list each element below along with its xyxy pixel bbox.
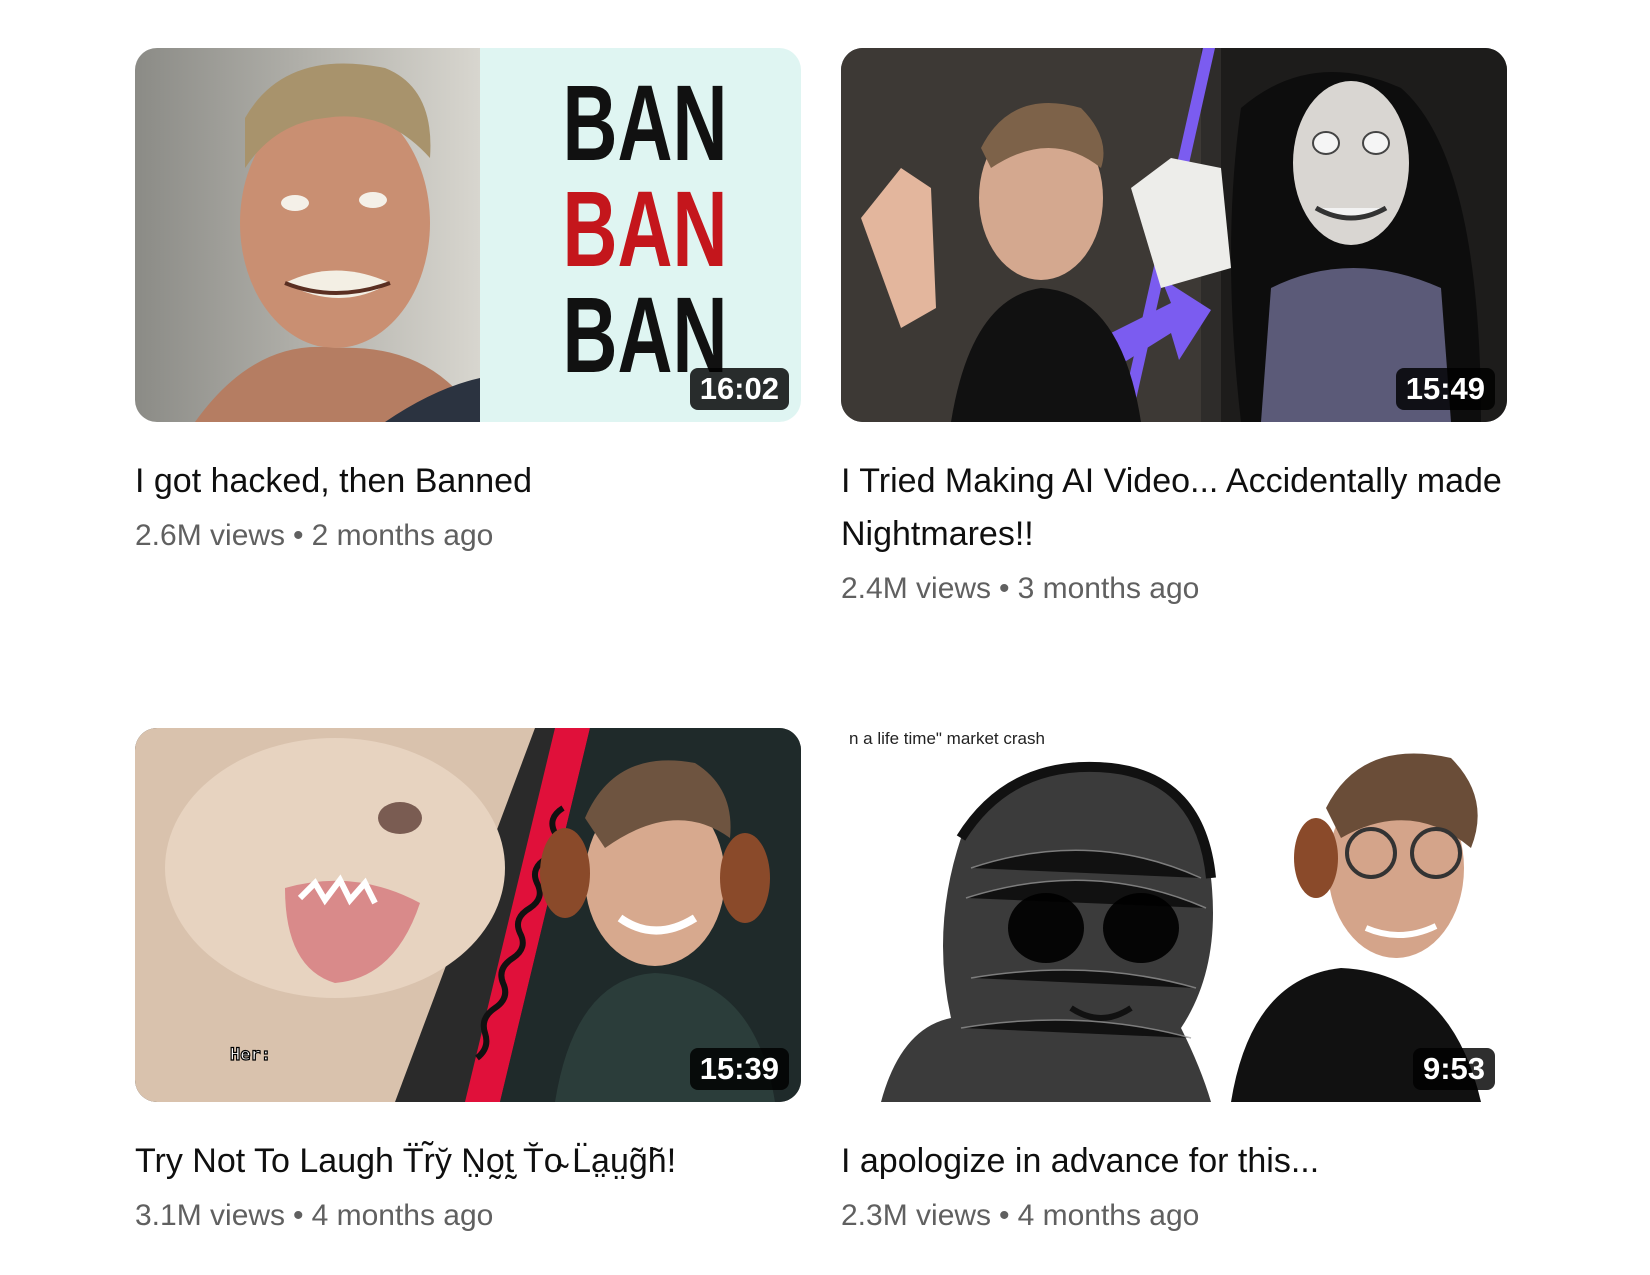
- video-card[interactable]: BAN BAN BAN 16:02 I got hacked, then Ban…: [135, 48, 801, 556]
- separator-dot: •: [293, 519, 304, 552]
- view-count: 2.3M views: [841, 1199, 992, 1232]
- video-grid: BAN BAN BAN 16:02 I got hacked, then Ban…: [0, 0, 1650, 1275]
- separator-dot: •: [999, 572, 1010, 605]
- video-title[interactable]: Try Not To Laugh T̈r̃y̆ N̤o̰t̰ T̆o̴ L̈a̤…: [135, 1135, 801, 1188]
- thumbnail-image: BAN BAN BAN: [135, 48, 801, 422]
- thumbnail-image: n a life time" market crash: [841, 728, 1507, 1102]
- upload-age: 3 months ago: [1017, 572, 1200, 605]
- her-caption: Her:: [230, 1045, 271, 1065]
- video-title[interactable]: I got hacked, then Banned: [135, 455, 801, 508]
- separator-dot: •: [999, 1199, 1010, 1232]
- view-count: 2.6M views: [135, 519, 286, 552]
- video-meta: 3.1M views • 4 months ago: [135, 1196, 801, 1236]
- upload-age: 4 months ago: [1017, 1199, 1200, 1232]
- view-count: 3.1M views: [135, 1199, 286, 1232]
- video-thumbnail[interactable]: n a life time" market crash 9:53: [841, 728, 1507, 1102]
- video-meta: 2.6M views • 2 months ago: [135, 516, 801, 556]
- video-meta: 2.4M views • 3 months ago: [841, 569, 1507, 609]
- upload-age: 2 months ago: [311, 519, 494, 552]
- ban-word-2: BAN: [563, 168, 728, 289]
- thumbnail-image: Her:: [135, 728, 801, 1102]
- view-count: 2.4M views: [841, 572, 992, 605]
- video-card[interactable]: 15:49 I Tried Making AI Video... Acciden…: [841, 48, 1507, 609]
- video-thumbnail[interactable]: Her: 15:39: [135, 728, 801, 1102]
- duration-badge: 15:49: [1395, 368, 1495, 410]
- duration-badge: 15:39: [689, 1048, 789, 1090]
- duration-badge: 16:02: [689, 368, 789, 410]
- video-thumbnail[interactable]: BAN BAN BAN 16:02: [135, 48, 801, 422]
- video-card[interactable]: n a life time" market crash 9:53 I apolo…: [841, 728, 1507, 1236]
- ban-word-1: BAN: [563, 62, 728, 183]
- video-title[interactable]: I Tried Making AI Video... Accidentally …: [841, 455, 1507, 561]
- market-crash-caption: n a life time" market crash: [849, 729, 1045, 748]
- upload-age: 4 months ago: [311, 1199, 494, 1232]
- duration-badge: 9:53: [1412, 1048, 1495, 1090]
- video-title[interactable]: I apologize in advance for this...: [841, 1135, 1507, 1188]
- video-card[interactable]: Her: 15:39 Try Not To Laugh T̈r̃y̆ N̤o̰t…: [135, 728, 801, 1236]
- video-meta: 2.3M views • 4 months ago: [841, 1196, 1507, 1236]
- separator-dot: •: [293, 1199, 304, 1232]
- video-thumbnail[interactable]: 15:49: [841, 48, 1507, 422]
- thumbnail-image: [841, 48, 1507, 422]
